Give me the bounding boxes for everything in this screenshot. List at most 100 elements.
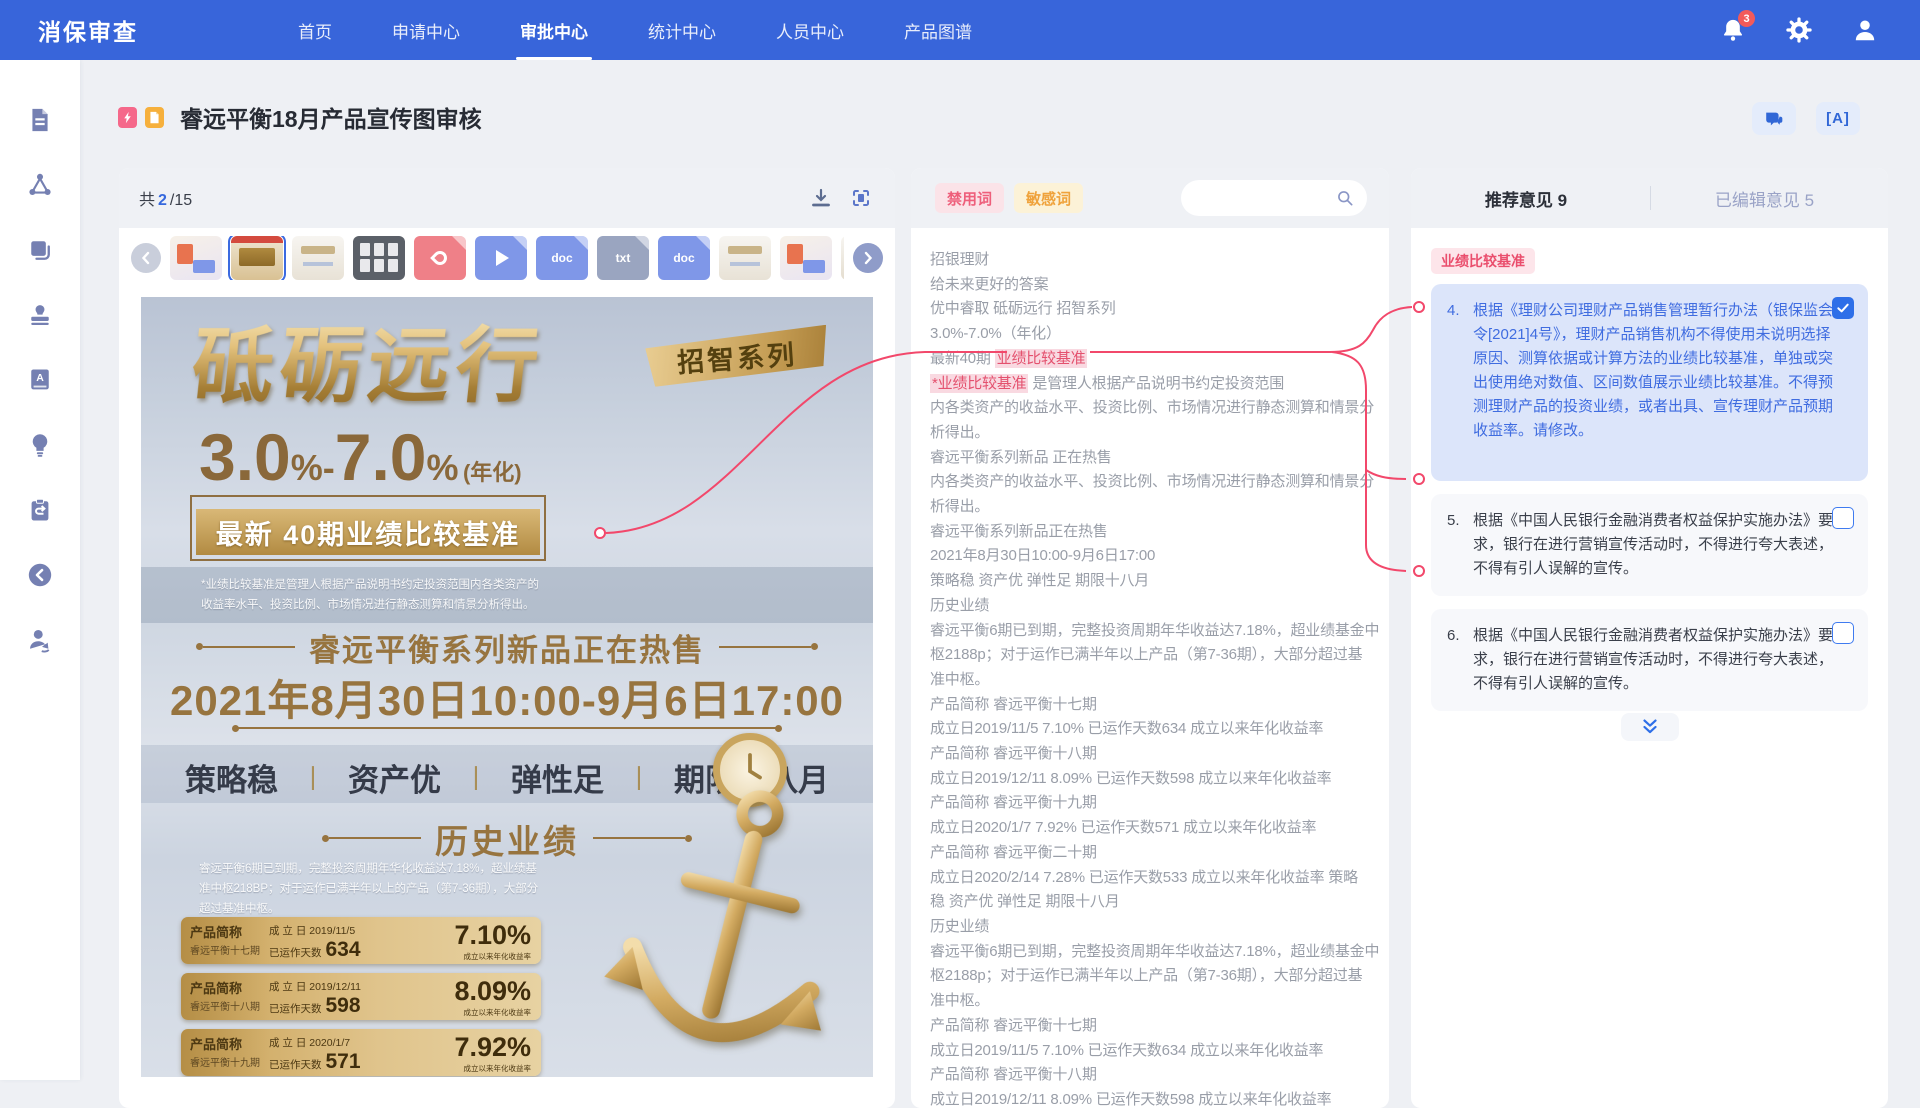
- user-avatar-icon[interactable]: [1852, 17, 1878, 43]
- ocr-line-3: 优中睿取 砥砺远行 招智系列: [930, 297, 1389, 322]
- poster-history-note: 睿远平衡6期已到期，完整投资周期年华化收益达7.18%，超业绩基准中枢218BP…: [199, 859, 547, 919]
- sidebar-layers-icon[interactable]: [26, 236, 54, 264]
- opinion-checkbox[interactable]: [1832, 622, 1854, 644]
- ocr-line-17: 枢2188p；对于运作已满半年以上产品（第7-36期），大部分超过基: [930, 643, 1389, 668]
- thumbnail-strip: doctxtdoc: [119, 228, 895, 288]
- tab-edited-opinions[interactable]: 已编辑意见 5: [1715, 186, 1814, 211]
- expand-more-button[interactable]: [1621, 713, 1679, 741]
- sidebar-clipboard-return-icon[interactable]: [26, 496, 54, 524]
- ocr-line-24: 成立日2020/1/7 7.92% 已运作天数571 成立以来年化收益率: [930, 816, 1389, 841]
- page-header: 睿远平衡18月产品宣传图审核: [118, 100, 482, 134]
- fullscreen-icon[interactable]: [849, 186, 873, 210]
- sidebar-dictionary-icon[interactable]: A: [26, 366, 54, 394]
- opinion-number: 4.: [1447, 299, 1473, 443]
- poster-sale-time: 2021年8月30日10:00-9月6日17:00: [141, 667, 873, 728]
- poster-benchmark-box: 最新 40期业绩比较基准: [190, 495, 546, 561]
- poster-preview-image[interactable]: 砥砺远行 招智系列 3.0%-7.0% (年化) 最新 40期业绩比较基准 *业…: [141, 297, 873, 1077]
- ocr-line-29: 睿远平衡6期已到期，完整投资周期年华收益达7.18%，超业绩基金中: [930, 940, 1389, 965]
- feature-separator: 丨: [300, 759, 326, 796]
- nav-item-5[interactable]: 产品图谱: [874, 0, 1002, 60]
- search-icon[interactable]: [1335, 188, 1355, 208]
- ocr-line-31: 准中枢。: [930, 989, 1389, 1014]
- ocr-line-21: 产品简称 睿远平衡十八期: [930, 742, 1389, 767]
- opinion-item-5[interactable]: 5.根据《中国人民银行金融消费者权益保护实施办法》要求，银行在进行营销宣传活动时…: [1431, 494, 1868, 596]
- nav-item-4[interactable]: 人员中心: [746, 0, 874, 60]
- flag-lightning-icon: [118, 107, 137, 128]
- thumbnail-file-label: doc: [673, 251, 694, 265]
- page-counter: 共2/15: [139, 186, 192, 210]
- poster-divider: [237, 727, 777, 729]
- thumbnail-11-image-illustration[interactable]: [780, 236, 832, 280]
- poster-sale-title: 睿远平衡系列新品正在热售: [141, 625, 873, 670]
- ocr-highlight[interactable]: 业绩比较基准: [995, 349, 1088, 368]
- top-navbar: 消保审查 首页申请中心审批中心统计中心人员中心产品图谱 3: [0, 0, 1920, 60]
- notification-badge: 3: [1738, 10, 1755, 27]
- sidebar-file-document-icon[interactable]: [26, 106, 54, 134]
- opinion-list: 4.根据《理财公司理财产品销售管理暂行办法（银保监会令[2021]4号》，理财产…: [1411, 274, 1888, 711]
- nav-item-3[interactable]: 统计中心: [618, 0, 746, 60]
- viewer-header: 共2/15: [119, 168, 895, 228]
- search-input[interactable]: [1195, 190, 1335, 206]
- thumbnail-1-image-illustration[interactable]: [170, 236, 222, 280]
- thumbnail-8-file-txt[interactable]: txt: [597, 236, 649, 280]
- poster-product-cards: 产品简称睿远平衡十七期成 立 日 2019/11/5已运作天数6347.10%成…: [181, 917, 541, 1076]
- ocr-line-25: 产品简称 睿远平衡二十期: [930, 841, 1389, 866]
- nav-item-0[interactable]: 首页: [268, 0, 362, 60]
- ocr-line-23: 产品简称 睿远平衡十九期: [930, 791, 1389, 816]
- nav-item-1[interactable]: 申请中心: [362, 0, 490, 60]
- opinion-checkbox[interactable]: [1832, 507, 1854, 529]
- thumbnail-10-image-light[interactable]: [719, 236, 771, 280]
- sidebar-arrow-left-circle-icon[interactable]: [26, 561, 54, 589]
- thumbnails-prev-button[interactable]: [131, 243, 161, 273]
- thumbnail-3-image-light[interactable]: [292, 236, 344, 280]
- opinion-item-4[interactable]: 4.根据《理财公司理财产品销售管理暂行办法（银保监会令[2021]4号》，理财产…: [1431, 284, 1868, 481]
- thumbnail-4-image-dark-grid[interactable]: [353, 236, 405, 280]
- ocr-line-26: 成立日2020/2/14 7.28% 已运作天数533 成立以来年化收益率 策略: [930, 866, 1389, 891]
- thumbnail-12-image-partial[interactable]: [841, 236, 844, 280]
- ocr-line-34: 产品简称 睿远平衡十八期: [930, 1063, 1389, 1088]
- poster-feature-0: 策略稳: [185, 755, 278, 800]
- ocr-line-15: 历史业绩: [930, 594, 1389, 619]
- ocr-line-5: 最新40期 业绩比较基准: [930, 347, 1389, 372]
- thumbnail-2-image-gold[interactable]: [231, 236, 283, 280]
- ocr-line-9: 睿远平衡系列新品 正在热售: [930, 446, 1389, 471]
- comments-button[interactable]: [1752, 102, 1796, 135]
- thumbnail-7-file-doc[interactable]: doc: [536, 236, 588, 280]
- tab-recommended-opinions[interactable]: 推荐意见 9: [1485, 186, 1567, 211]
- thumbnail-9-file-doc[interactable]: doc: [658, 236, 710, 280]
- notification-bell-icon[interactable]: 3: [1720, 17, 1746, 43]
- opinion-text: 根据《中国人民银行金融消费者权益保护实施办法》要求，银行在进行营销宣传活动时，不…: [1473, 509, 1845, 581]
- ocr-text-panel: 禁用词 敏感词 招银理财给未来更好的答案优中睿取 砥砺远行 招智系列3.0%-7…: [911, 168, 1389, 1108]
- poster-product-card-3: 产品简称睿远平衡十九期成 立 日 2020/1/7已运作天数5717.92%成立…: [181, 1029, 541, 1076]
- poster-feature-1: 资产优: [348, 755, 441, 800]
- ocr-line-30: 枢2188p；对于运作已满半年以上产品（第7-36期），大部分超过基: [930, 964, 1389, 989]
- divider: [1650, 186, 1651, 210]
- opinion-text: 根据《理财公司理财产品销售管理暂行办法（银保监会令[2021]4号》，理财产品销…: [1473, 299, 1845, 443]
- poster-series-ribbon: 招智系列: [644, 325, 829, 388]
- app-logo: 消保审查: [38, 13, 138, 47]
- main-nav: 首页申请中心审批中心统计中心人员中心产品图谱: [268, 0, 1002, 60]
- settings-gear-icon[interactable]: [1786, 17, 1812, 43]
- opinion-item-6[interactable]: 6.根据《中国人民银行金融消费者权益保护实施办法》要求，银行在进行营销宣传活动时…: [1431, 609, 1868, 711]
- sidebar-lightbulb-icon[interactable]: [26, 431, 54, 459]
- nav-item-2[interactable]: 审批中心: [490, 0, 618, 60]
- thumbnail-5-file-pdf[interactable]: [414, 236, 466, 280]
- opinion-checkbox-checked[interactable]: [1832, 297, 1854, 319]
- sensitive-words-tag[interactable]: 敏感词: [1014, 183, 1083, 213]
- ocr-highlight[interactable]: *业绩比较基准: [930, 374, 1028, 393]
- ocr-line-14: 策略稳 资产优 弹性足 期限十八月: [930, 569, 1389, 594]
- opinion-category-tag[interactable]: 业绩比较基准: [1431, 248, 1535, 274]
- sidebar-share-network-icon[interactable]: [26, 171, 54, 199]
- poster-product-card-2: 产品简称睿远平衡十八期成 立 日 2019/12/11已运作天数5988.09%…: [181, 973, 541, 1020]
- image-viewer-panel: 共2/15 doctxtdoc 砥砺远行 招智系列 3.0%-7.0% (年化): [119, 168, 895, 1108]
- thumbnail-6-file-video[interactable]: [475, 236, 527, 280]
- thumbnails-next-button[interactable]: [853, 243, 883, 273]
- document-file-icon: [145, 107, 164, 128]
- opinion-number: 5.: [1447, 509, 1473, 581]
- sidebar-user-return-icon[interactable]: [26, 626, 54, 654]
- banned-words-tag[interactable]: 禁用词: [935, 183, 1004, 213]
- sidebar-stamp-icon[interactable]: [26, 301, 54, 329]
- ocr-line-27: 稳 资产优 弹性足 期限十八月: [930, 890, 1389, 915]
- download-icon[interactable]: [809, 186, 833, 210]
- text-recognition-button[interactable]: [A]: [1816, 102, 1860, 135]
